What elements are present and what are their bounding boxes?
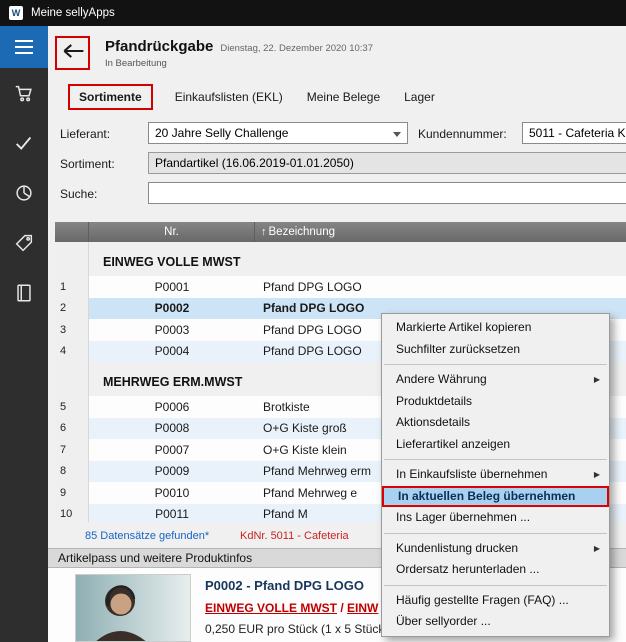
page-date: Dienstag, 22. Dezember 2020 10:37 [220,43,373,54]
menu-separator [384,364,607,365]
menu-item-reset-search-filter[interactable]: Suchfilter zurücksetzen [382,339,609,361]
product-price: 0,250 EUR pro Stück (1 x 5 Stück) [205,622,388,636]
tag-icon [13,232,35,254]
menu-item-download-order-set[interactable]: Ordersatz herunterladen ... [382,559,609,581]
menu-item-other-currency[interactable]: Andere Währung ▶ [382,369,609,391]
window-title: Meine sellyApps [31,7,115,19]
kundennummer-label: Kundennummer: [418,127,507,141]
menu-item-product-details[interactable]: Produktdetails [382,391,609,413]
back-arrow-icon [60,40,86,67]
menu-item-copy-marked-articles[interactable]: Markierte Artikel kopieren [382,317,609,339]
book-icon [13,282,35,304]
menu-item-show-delivery-articles[interactable]: Lieferartikel anzeigen [382,434,609,456]
menu-item-take-into-warehouse[interactable]: Ins Lager übernehmen ... [382,507,609,529]
menu-separator [384,459,607,460]
app-window: W Meine sellyApps [0,0,626,642]
app-icon: W [9,6,23,20]
lieferant-value: 20 Jahre Selly Challenge [155,126,288,140]
menu-item-print-customer-listing[interactable]: Kundenlistung drucken ▶ [382,538,609,560]
table-group-row: EINWEG VOLLE MWST [55,242,626,276]
menu-item-action-details[interactable]: Aktionsdetails [382,412,609,434]
lieferant-label: Lieferant: [60,127,110,141]
check-icon [13,132,35,154]
tab-sortimente[interactable]: Sortimente [68,84,153,110]
sidebar-item-checklist[interactable] [0,118,48,168]
column-header-nr[interactable]: Nr. [89,222,255,242]
menu-item-about-sellyorder[interactable]: Über sellyorder ... [382,611,609,633]
column-header-rownum [55,222,89,242]
page-status: In Bearbeitung [105,58,167,69]
submenu-arrow-icon: ▶ [594,538,600,560]
sidebar-item-pie-chart[interactable] [0,168,48,218]
sidebar-item-price-tag[interactable] [0,218,48,268]
link-separator: / [337,601,347,615]
table-row[interactable]: 1 P0001 Pfand DPG LOGO [55,276,626,298]
page-title: Pfandrückgabe [105,38,213,55]
menu-separator [384,533,607,534]
sidebar-menu-button[interactable] [0,26,48,68]
category-link[interactable]: EINWEG VOLLE MWST [205,601,337,615]
tab-bar: Sortimente Einkaufslisten (EKL) Meine Be… [68,84,437,110]
back-button[interactable] [55,36,90,70]
page-header: Pfandrückgabe Dienstag, 22. Dezember 202… [105,38,373,55]
sidebar [0,26,48,642]
tab-meine-belege[interactable]: Meine Belege [305,85,382,109]
menu-item-take-into-current-receipt[interactable]: In aktuellen Beleg übernehmen [382,486,609,508]
hamburger-icon [14,39,34,55]
title-bar: W Meine sellyApps [0,0,626,26]
cart-icon [13,82,35,104]
sortiment-label: Sortiment: [60,157,115,171]
tab-einkaufslisten[interactable]: Einkaufslisten (EKL) [173,85,285,109]
sidebar-item-cart[interactable] [0,68,48,118]
context-menu: Markierte Artikel kopieren Suchfilter zu… [381,313,610,637]
tab-lager[interactable]: Lager [402,85,437,109]
sortiment-value: Pfandartikel (16.06.2019-01.01.2050) [155,156,354,170]
table-header[interactable]: Nr. ↑ Bezeichnung [55,222,626,242]
suche-label: Suche: [60,187,97,201]
submenu-arrow-icon: ▶ [594,369,600,391]
menu-separator [384,585,607,586]
submenu-arrow-icon: ▶ [594,464,600,486]
search-input[interactable] [148,182,626,204]
sidebar-item-catalog[interactable] [0,268,48,318]
lieferant-select[interactable]: 20 Jahre Selly Challenge [148,122,408,144]
product-title: P0002 - Pfand DPG LOGO [205,578,364,593]
category-link[interactable]: EINW [347,601,378,615]
pie-chart-icon [13,182,35,204]
menu-item-take-into-shopping-list[interactable]: In Einkaufsliste übernehmen ▶ [382,464,609,486]
product-photo [75,574,191,642]
menu-item-faq[interactable]: Häufig gestellte Fragen (FAQ) ... [382,590,609,612]
product-category-links: EINWEG VOLLE MWST / EINW [205,601,378,615]
sortiment-field[interactable]: Pfandartikel (16.06.2019-01.01.2050) [148,152,626,174]
column-header-bezeichnung[interactable]: ↑ Bezeichnung [255,222,626,242]
sort-asc-icon: ↑ [261,226,267,238]
chevron-down-icon [393,132,401,137]
customer-number-status: KdNr. 5011 - Cafeteria [240,530,349,542]
records-found-status: 85 Datensätze gefunden* [85,530,209,542]
kundennummer-select[interactable]: 5011 - Cafeteria Kl [522,122,626,144]
kundennummer-value: 5011 - Cafeteria Kl [529,126,626,140]
